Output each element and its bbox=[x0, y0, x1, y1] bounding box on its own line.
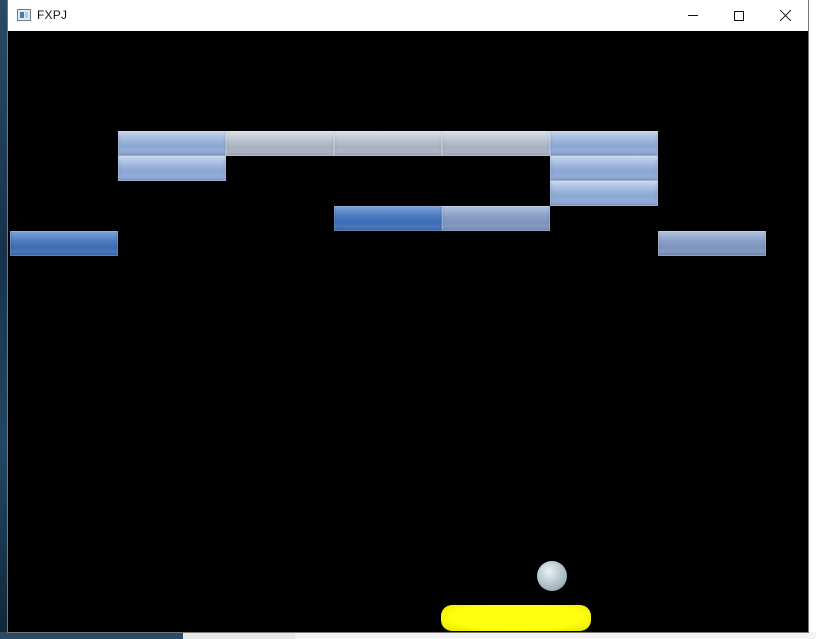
background-window-edge bbox=[183, 632, 295, 639]
title-bar[interactable]: FXPJ bbox=[8, 0, 808, 32]
brick bbox=[550, 156, 658, 181]
brick bbox=[118, 131, 226, 156]
brick bbox=[118, 156, 226, 181]
brick bbox=[334, 131, 442, 156]
brick bbox=[334, 206, 442, 231]
desktop-background-right bbox=[808, 0, 816, 639]
paddle[interactable] bbox=[441, 605, 591, 631]
close-icon bbox=[779, 9, 792, 22]
game-window: FXPJ bbox=[8, 0, 808, 632]
brick bbox=[442, 206, 550, 231]
desktop-background-bottom bbox=[0, 632, 816, 639]
maximize-button[interactable] bbox=[716, 0, 762, 31]
close-button[interactable] bbox=[762, 0, 808, 31]
minimize-button[interactable] bbox=[670, 0, 716, 31]
brick bbox=[658, 231, 766, 256]
window-title: FXPJ bbox=[37, 8, 68, 22]
brick bbox=[226, 131, 334, 156]
desktop-background-left bbox=[0, 0, 8, 639]
brick bbox=[442, 131, 550, 156]
brick bbox=[10, 231, 118, 256]
maximize-icon bbox=[734, 10, 744, 21]
game-playfield[interactable] bbox=[8, 31, 808, 632]
background-window-edge bbox=[295, 632, 816, 639]
minimize-icon bbox=[688, 15, 698, 16]
app-window-icon bbox=[17, 9, 31, 21]
brick bbox=[550, 131, 658, 156]
brick bbox=[550, 181, 658, 206]
ball bbox=[537, 561, 567, 591]
